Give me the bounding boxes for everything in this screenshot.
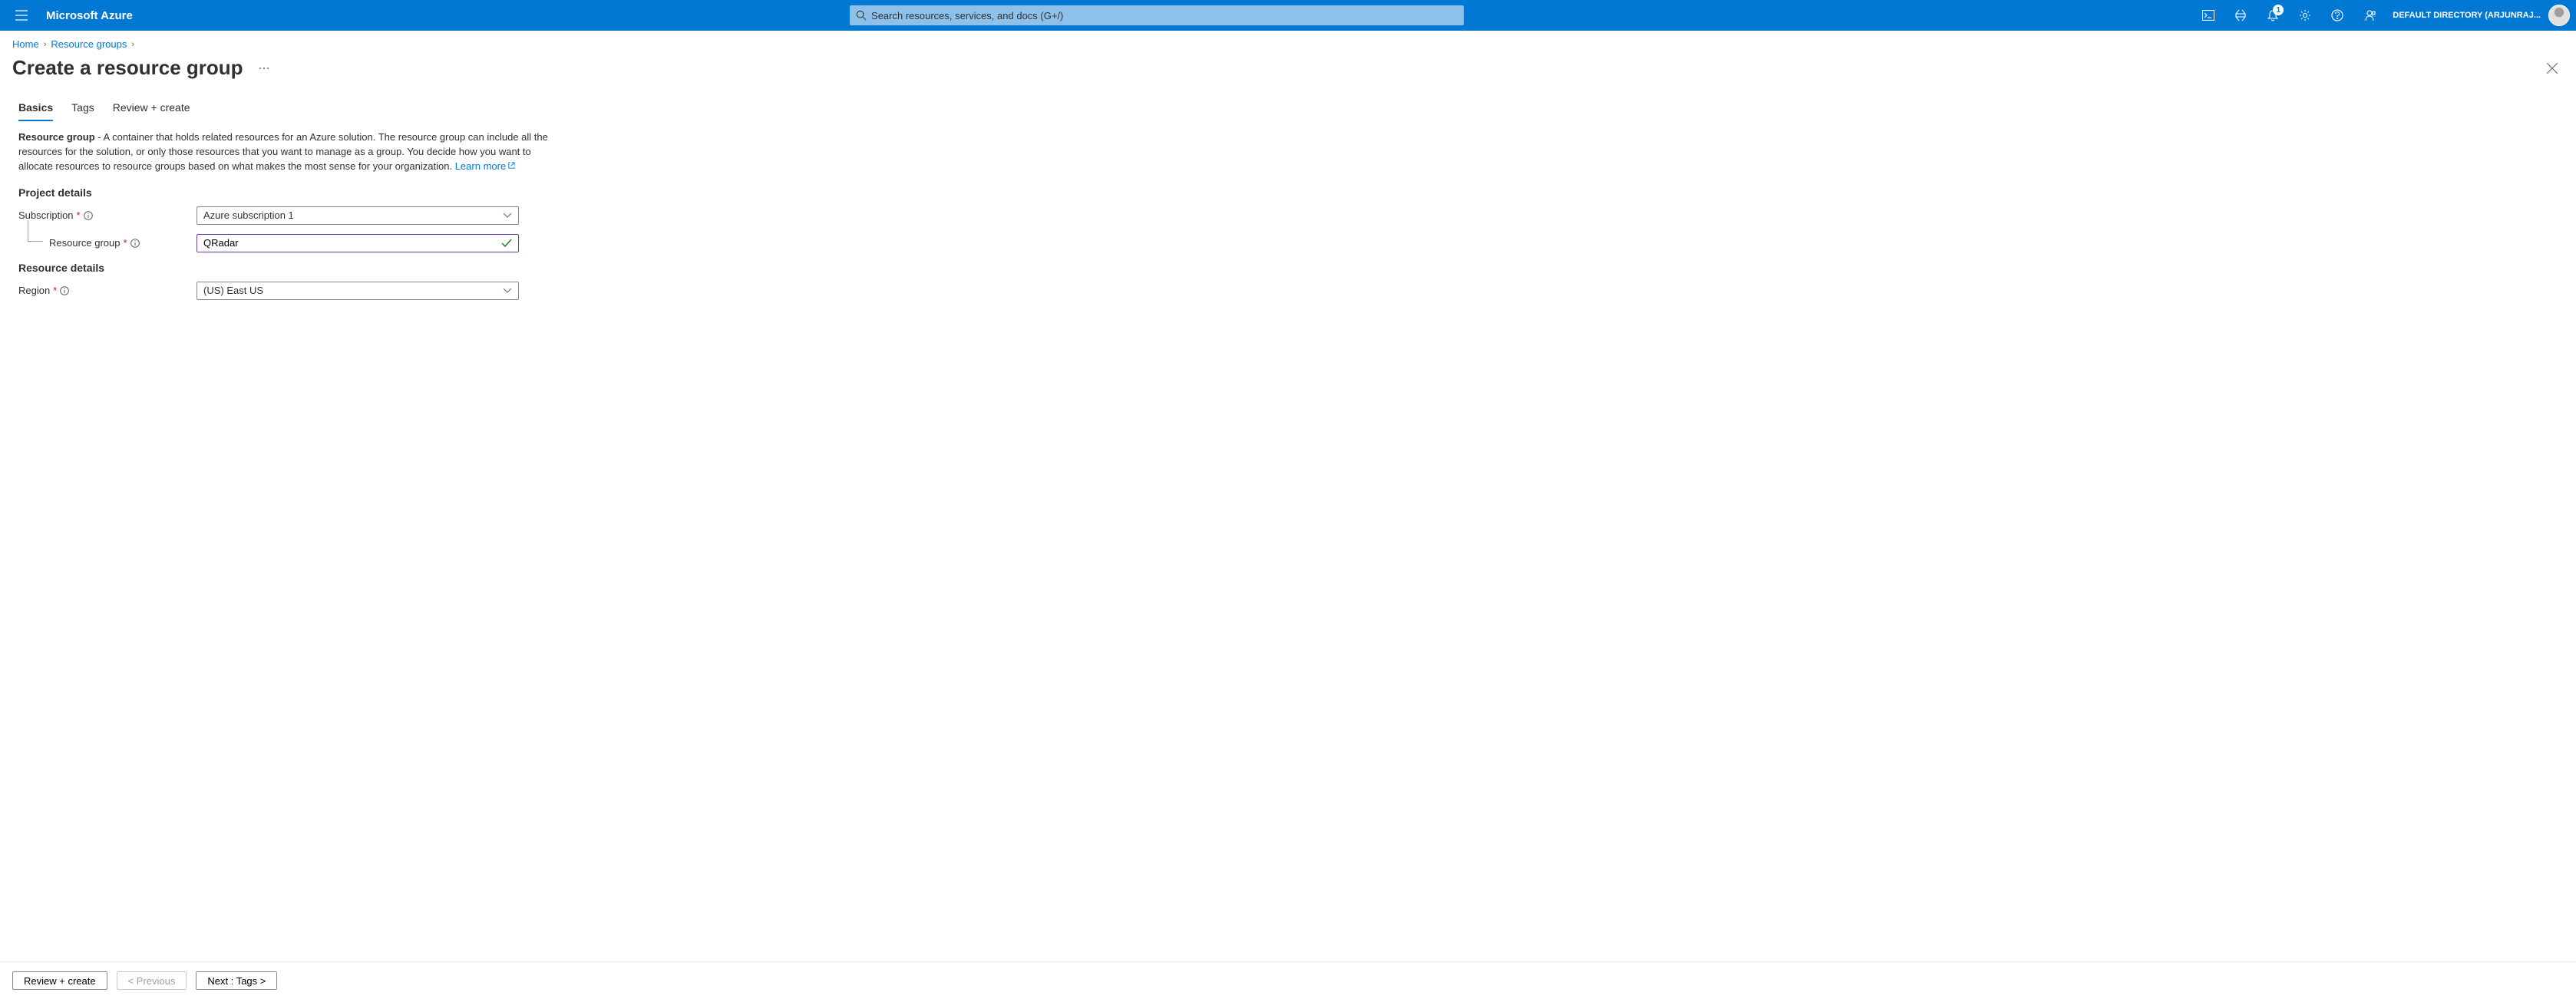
close-button[interactable] <box>2541 57 2564 80</box>
tabs: Basics Tags Review + create <box>0 83 2576 121</box>
tree-connector <box>28 220 43 242</box>
info-icon[interactable] <box>84 211 93 220</box>
subscription-value: Azure subscription 1 <box>203 209 294 221</box>
external-link-icon <box>507 161 516 170</box>
notification-badge: 1 <box>2273 5 2284 15</box>
learn-more-link[interactable]: Learn more <box>455 160 516 172</box>
region-row: Region * (US) East US <box>18 282 550 300</box>
feedback-button[interactable] <box>2354 0 2385 31</box>
chevron-down-icon <box>503 213 512 219</box>
cloud-shell-button[interactable] <box>2193 0 2224 31</box>
tab-review-create[interactable]: Review + create <box>113 101 190 121</box>
breadcrumb: Home › Resource groups › <box>0 31 2576 50</box>
description-text: Resource group - A container that holds … <box>18 130 550 174</box>
tab-tags[interactable]: Tags <box>71 101 94 121</box>
user-avatar[interactable] <box>2548 5 2570 26</box>
search-input[interactable] <box>871 10 1458 21</box>
project-details-heading: Project details <box>18 186 550 199</box>
top-header: Microsoft Azure 1 DEFAULT DIRECTORY (ARJ… <box>0 0 2576 31</box>
breadcrumb-resource-groups[interactable]: Resource groups <box>51 38 127 50</box>
region-label: Region * <box>18 285 197 296</box>
region-value: (US) East US <box>203 285 263 296</box>
help-icon <box>2331 9 2343 21</box>
info-icon[interactable] <box>60 286 69 295</box>
brand-label[interactable]: Microsoft Azure <box>46 9 133 22</box>
chevron-right-icon: › <box>131 40 134 49</box>
chevron-right-icon: › <box>44 40 47 49</box>
directories-button[interactable] <box>2225 0 2256 31</box>
required-marker: * <box>124 237 127 249</box>
settings-button[interactable] <box>2290 0 2320 31</box>
filter-icon <box>2234 9 2247 21</box>
info-icon[interactable] <box>130 239 140 248</box>
review-create-button[interactable]: Review + create <box>12 971 107 990</box>
page-title: Create a resource group <box>12 56 243 80</box>
subscription-select[interactable]: Azure subscription 1 <box>197 206 519 225</box>
help-button[interactable] <box>2322 0 2353 31</box>
title-row: Create a resource group <box>0 50 2576 83</box>
previous-button: < Previous <box>117 971 187 990</box>
next-button[interactable]: Next : Tags > <box>196 971 277 990</box>
more-actions-button[interactable] <box>256 64 272 73</box>
required-marker: * <box>77 209 81 221</box>
tab-basics[interactable]: Basics <box>18 101 53 121</box>
subscription-label: Subscription * <box>18 209 197 221</box>
feedback-icon <box>2363 9 2376 21</box>
notifications-button[interactable]: 1 <box>2257 0 2288 31</box>
search-icon <box>856 10 867 21</box>
subscription-row: Subscription * Azure subscription 1 <box>18 206 550 225</box>
menu-toggle-button[interactable] <box>6 0 37 31</box>
check-icon <box>501 239 512 248</box>
footer-bar: Review + create < Previous Next : Tags > <box>0 961 2576 999</box>
form-body: Resource group - A container that holds … <box>0 121 568 328</box>
resource-details-heading: Resource details <box>18 262 550 274</box>
region-select[interactable]: (US) East US <box>197 282 519 300</box>
required-marker: * <box>53 285 57 296</box>
global-search[interactable] <box>850 5 1464 25</box>
breadcrumb-home[interactable]: Home <box>12 38 39 50</box>
resource-group-row: Resource group * <box>49 234 550 252</box>
chevron-down-icon <box>503 288 512 294</box>
desc-lead: Resource group <box>18 131 95 143</box>
gear-icon <box>2299 9 2311 21</box>
close-icon <box>2547 63 2558 74</box>
hamburger-icon <box>15 10 28 21</box>
resource-group-input-wrap <box>197 234 519 252</box>
resource-group-label: Resource group * <box>49 237 197 249</box>
directory-label[interactable]: DEFAULT DIRECTORY (ARJUNRAJ... <box>2393 11 2541 20</box>
cloud-shell-icon <box>2202 10 2214 21</box>
header-actions: 1 DEFAULT DIRECTORY (ARJUNRAJ... <box>2193 0 2570 31</box>
resource-group-input[interactable] <box>203 237 501 249</box>
ellipsis-icon <box>259 67 269 70</box>
